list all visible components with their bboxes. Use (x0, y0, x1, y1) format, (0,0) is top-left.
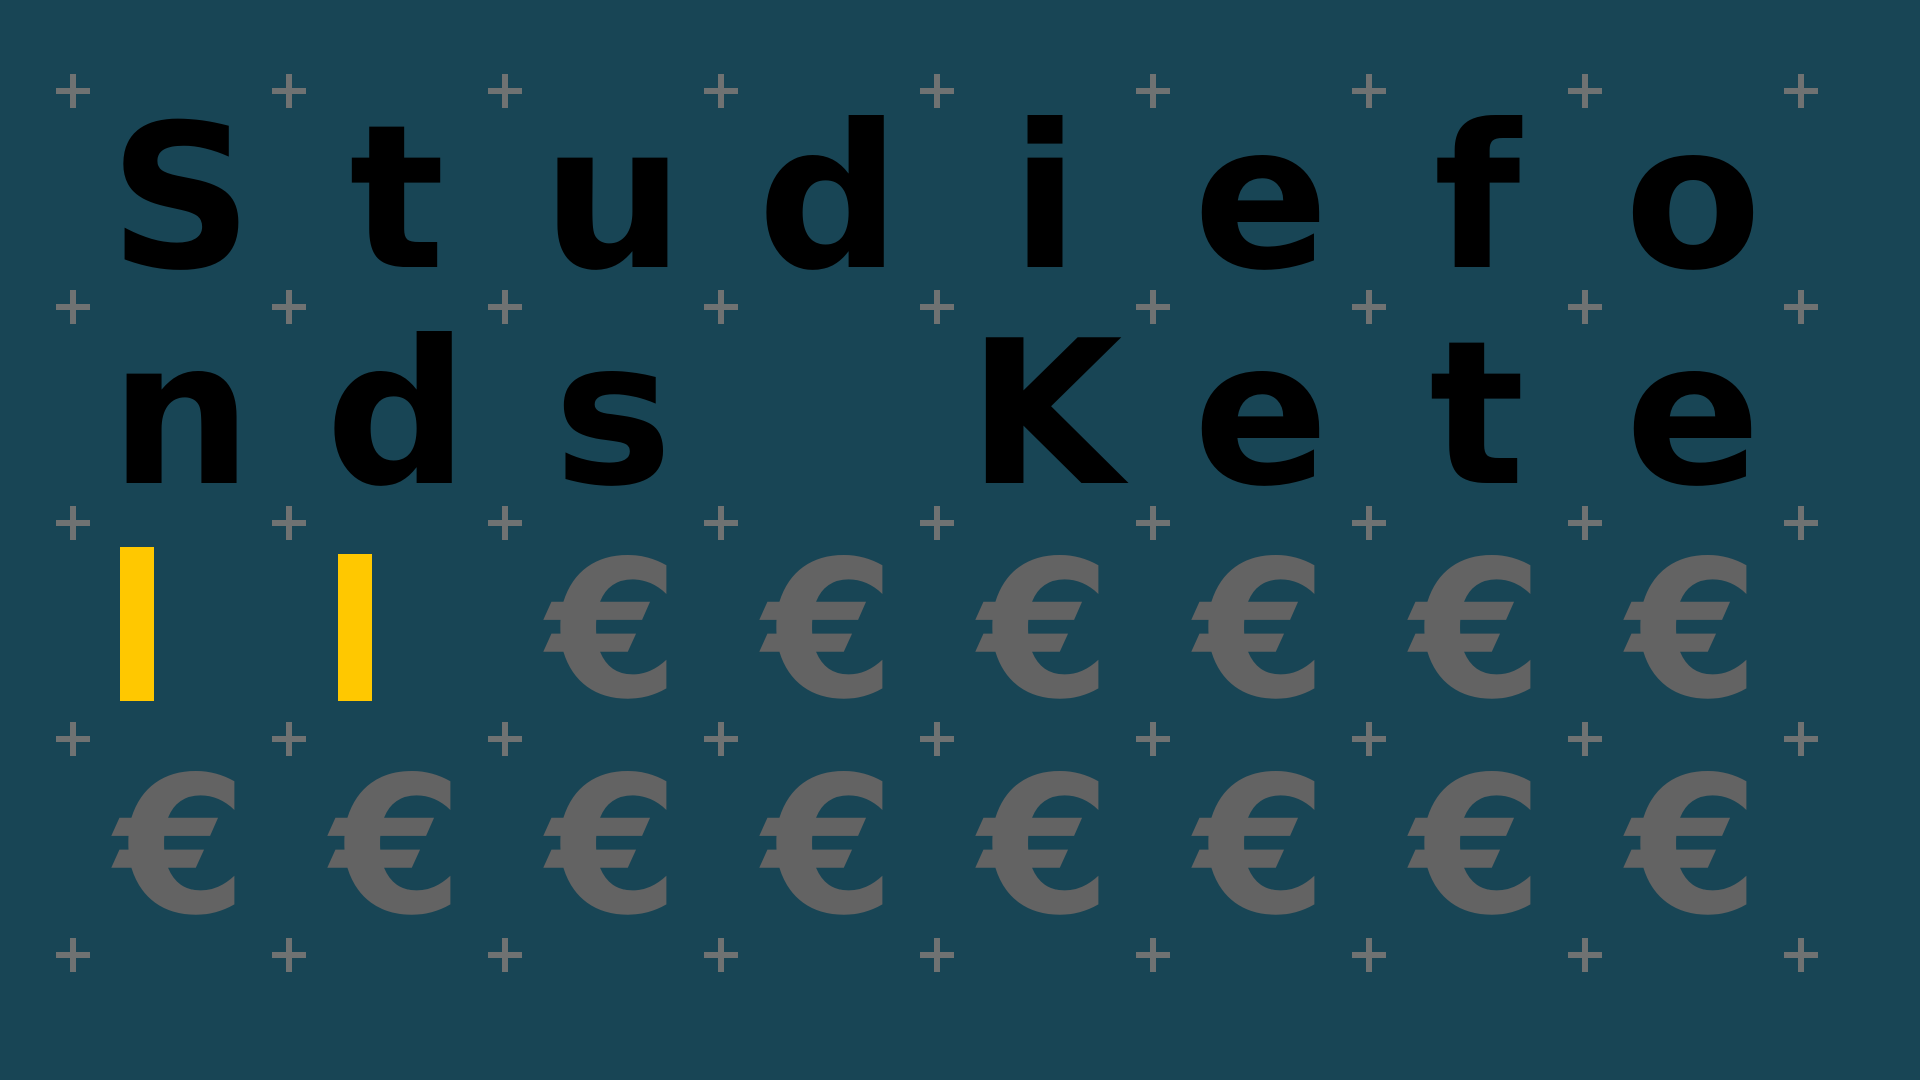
progress-slot-empty: € (505, 523, 721, 739)
euro-sign-icon: € (1410, 520, 1544, 741)
title-letter: u (541, 82, 685, 315)
title-letter: o (1624, 82, 1762, 315)
title-letter: t (349, 82, 445, 315)
title-letter-cell: e (1585, 307, 1801, 523)
title-letter-cell (721, 307, 937, 523)
title-letter: i (1010, 82, 1080, 315)
title-letter-cell: d (721, 91, 937, 307)
title-letter: e (1193, 298, 1329, 531)
progress-slot-empty: € (1153, 739, 1369, 955)
progress-slot-empty: € (289, 739, 505, 955)
yellow-bar-marker (338, 554, 372, 701)
title-letter: d (757, 82, 901, 315)
euro-sign-icon: € (1194, 736, 1328, 957)
progress-slot-empty: € (937, 739, 1153, 955)
euro-sign-icon: € (978, 736, 1112, 957)
euro-sign-icon: € (1626, 520, 1760, 741)
euro-sign-icon: € (114, 736, 248, 957)
euro-sign-icon: € (762, 520, 896, 741)
progress-slot-empty: € (1153, 523, 1369, 739)
euro-sign-icon: € (546, 736, 680, 957)
yellow-bar-marker (120, 547, 154, 701)
euro-sign-icon: € (330, 736, 464, 957)
title-letter: K (967, 298, 1123, 531)
progress-slot-filled (73, 523, 289, 739)
progress-slot-empty: € (505, 739, 721, 955)
progress-slot-empty: € (1585, 739, 1801, 955)
title-letter: n (109, 298, 253, 531)
euro-sign-icon: € (1626, 736, 1760, 957)
euro-sign-icon: € (762, 736, 896, 957)
title-letter-cell: e (1153, 91, 1369, 307)
title-letter-cell: f (1369, 91, 1585, 307)
title-letter: s (553, 298, 673, 531)
title-letter: e (1193, 82, 1329, 315)
title-letter: e (1625, 298, 1761, 531)
title-letter-cell: n (73, 307, 289, 523)
canvas: Studiefo ndsKete € € € € € € € € € € € € € € (0, 0, 1920, 1080)
progress-slot-empty: € (721, 523, 937, 739)
euro-sign-icon: € (978, 520, 1112, 741)
title-letter: f (1433, 82, 1521, 315)
title-letter-cell: d (289, 307, 505, 523)
title-letter-cell: o (1585, 91, 1801, 307)
progress-slot-empty: € (1585, 523, 1801, 739)
title-letter-cell: s (505, 307, 721, 523)
euro-sign-icon: € (546, 520, 680, 741)
title-letter-cell: t (1369, 307, 1585, 523)
title-letter-cell: i (937, 91, 1153, 307)
progress-slot-filled (289, 523, 505, 739)
title-letter-cell: t (289, 91, 505, 307)
title-letter: S (108, 82, 254, 315)
title-letter-cell: S (73, 91, 289, 307)
title-letter-cell: K (937, 307, 1153, 523)
title-letter: d (325, 298, 469, 531)
progress-slot-empty: € (73, 739, 289, 955)
progress-slot-empty: € (1369, 739, 1585, 955)
title-letter-cell: u (505, 91, 721, 307)
euro-sign-icon: € (1194, 520, 1328, 741)
title-letter: t (1429, 298, 1525, 531)
euro-sign-icon: € (1410, 736, 1544, 957)
title-letter-cell: e (1153, 307, 1369, 523)
progress-slot-empty: € (721, 739, 937, 955)
progress-slot-empty: € (1369, 523, 1585, 739)
progress-slot-empty: € (937, 523, 1153, 739)
